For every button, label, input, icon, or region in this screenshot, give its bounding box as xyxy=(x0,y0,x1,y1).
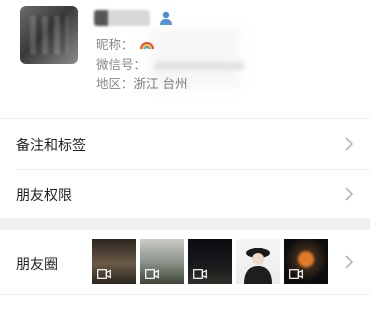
contact-person-icon xyxy=(160,11,172,25)
region-line: 地区：浙江 台州 xyxy=(96,75,188,93)
chevron-right-icon xyxy=(345,255,354,269)
region-value: 浙江 台州 xyxy=(133,76,188,91)
chevron-right-icon xyxy=(345,137,354,151)
moment-thumb-2[interactable] xyxy=(140,239,184,284)
video-icon xyxy=(97,269,111,279)
moments-thumbnails xyxy=(92,239,328,284)
avatar[interactable] xyxy=(20,6,78,64)
region-label: 地区： xyxy=(96,76,134,91)
moments-label: 朋友圈 xyxy=(16,257,58,273)
nickname-line: 昵称： xyxy=(96,36,154,54)
nickname-label: 昵称： xyxy=(96,37,134,52)
friend-permissions-row[interactable]: 朋友权限 xyxy=(0,170,370,218)
contact-name-row xyxy=(94,8,174,28)
person-photo xyxy=(244,248,272,284)
video-icon xyxy=(289,269,303,279)
rainbow-icon xyxy=(139,42,154,50)
remarks-and-tags-label: 备注和标签 xyxy=(16,138,86,154)
wechat-id-line: 微信号： xyxy=(96,56,244,74)
next-row-partial xyxy=(0,306,370,314)
wechat-id-obscured xyxy=(154,61,244,70)
chevron-right-icon xyxy=(345,187,354,201)
profile-header: 昵称： 微信号： 地区：浙江 台州 xyxy=(0,0,370,118)
moments-divider xyxy=(0,294,370,295)
contact-name-obscured xyxy=(94,10,150,26)
moment-thumb-1[interactable] xyxy=(92,239,136,284)
remarks-and-tags-row[interactable]: 备注和标签 xyxy=(0,119,370,169)
video-icon xyxy=(145,269,159,279)
wechat-id-label: 微信号： xyxy=(96,57,147,72)
video-icon xyxy=(193,269,207,279)
moment-thumb-3[interactable] xyxy=(188,239,232,284)
section-gap xyxy=(0,218,370,230)
moment-thumb-4[interactable] xyxy=(236,239,280,284)
moment-thumb-5[interactable] xyxy=(284,239,328,284)
friend-permissions-label: 朋友权限 xyxy=(16,188,72,204)
